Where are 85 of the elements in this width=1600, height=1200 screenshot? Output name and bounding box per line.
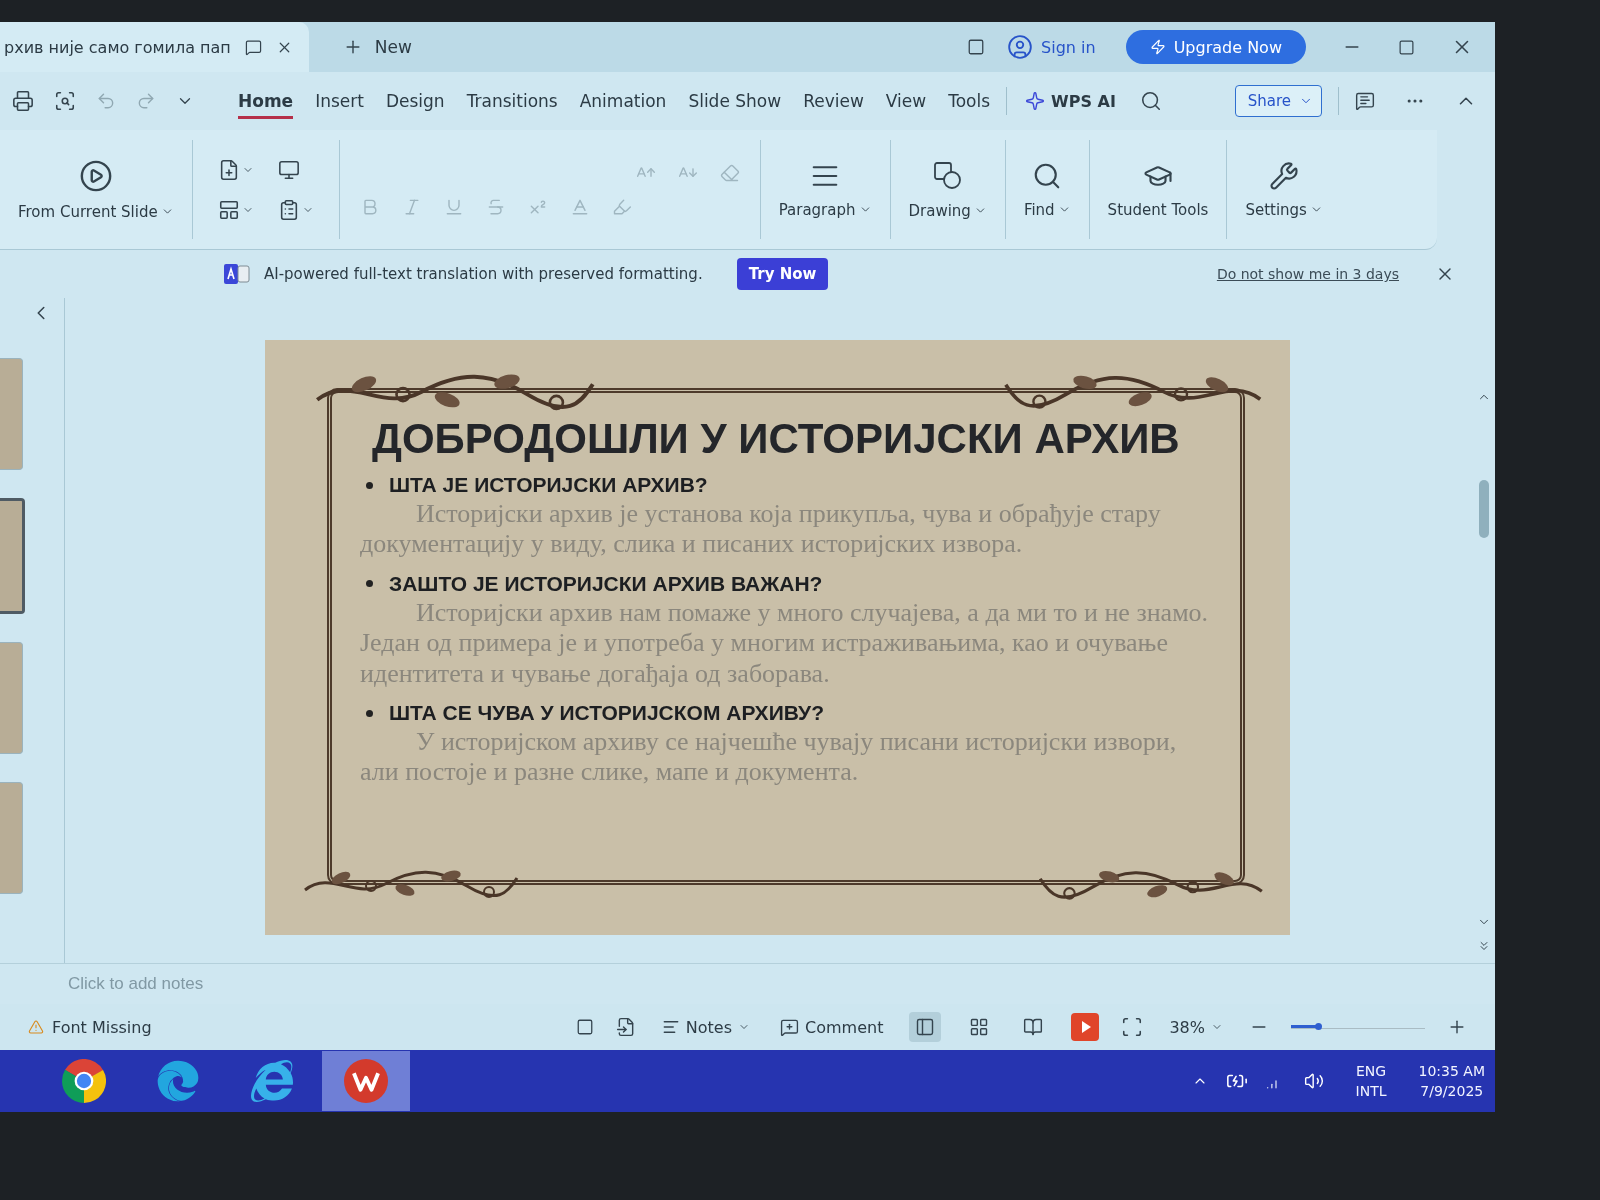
lines-icon xyxy=(661,1018,680,1036)
shapes-icon xyxy=(931,159,964,192)
lightning-icon xyxy=(1149,39,1166,55)
ribbon-tool-button[interactable]: Drawing xyxy=(890,136,1005,243)
keyboard-layout[interactable]: INTL xyxy=(1355,1083,1387,1099)
square-icon[interactable] xyxy=(575,1018,594,1036)
font-missing-button[interactable]: Font Missing xyxy=(26,1015,154,1039)
print-preview-icon[interactable] xyxy=(54,90,76,112)
notes-button[interactable]: Notes xyxy=(657,1014,755,1040)
section-text: У историјском архиву се најчешће чувају писани историјски извори, али постоје и разне слике, мапе и документа. xyxy=(360,727,1178,788)
window-icon[interactable] xyxy=(967,38,986,56)
file-arrow-icon[interactable] xyxy=(615,1017,636,1037)
document-tab[interactable]: рхив није само гомила пап xyxy=(0,22,309,72)
slideshow-play-icon[interactable] xyxy=(1071,1013,1100,1041)
upgrade-button[interactable]: Upgrade Now xyxy=(1125,30,1306,64)
slide-thumbnail[interactable] xyxy=(0,358,23,470)
new-tab-button[interactable]: New xyxy=(336,33,418,61)
layout-icon xyxy=(217,198,240,221)
book-icon xyxy=(1023,1017,1044,1037)
menu-tab[interactable]: Insert xyxy=(315,83,364,119)
scrollbar-thumb[interactable] xyxy=(1479,480,1489,538)
notes-field[interactable]: Click to add notes xyxy=(66,973,1370,995)
bullet-icon xyxy=(366,481,373,489)
view-mode-button[interactable] xyxy=(909,1012,942,1042)
section-text: Историјски архив нам помаже у много случајева, а да ми то и не знамо. Један од примера је и употреба у многим истраживањима, као и очување идентитета и чување догађаја од заборава. xyxy=(360,597,1210,690)
comment-button[interactable]: Comment xyxy=(776,1014,888,1040)
next-slide-icon[interactable] xyxy=(1477,939,1491,953)
slide-thumbnail[interactable] xyxy=(0,498,25,614)
grid-view-icon xyxy=(969,1017,990,1037)
printer-icon[interactable] xyxy=(12,90,34,112)
menu-tab[interactable]: Home xyxy=(238,83,294,119)
monitor-icon xyxy=(277,158,300,181)
menu-tab[interactable]: Transitions xyxy=(466,83,558,119)
from-current-slide-button[interactable]: From Current Slide xyxy=(0,136,192,243)
document-title: рхив није само гомила пап xyxy=(4,37,231,57)
clock-time[interactable]: 10:35 AM xyxy=(1418,1063,1485,1079)
menu-tab[interactable]: Tools xyxy=(948,83,991,119)
try-now-button[interactable]: Try Now xyxy=(736,258,829,290)
menu-tab[interactable]: Animation xyxy=(579,83,667,119)
sparkle-icon xyxy=(1025,91,1046,111)
menu-tab[interactable]: Review xyxy=(803,83,864,119)
banner-message: AI-powered full-text translation with preserved formatting. xyxy=(264,265,703,283)
slide-title: ДОБРОДОШЛИ У ИСТОРИЈСКИ АРХИВ xyxy=(372,415,1181,463)
section-text: Историјски архив је установа која прикупља, чува и обрађује стару документацију у виду, слика и писаних историјских извора. xyxy=(360,499,1162,560)
ribbon-tool-button[interactable]: Find xyxy=(1005,136,1089,243)
ribbon-tool-button[interactable]: Student Tools xyxy=(1089,136,1227,243)
slide-thumbnail[interactable] xyxy=(0,642,23,754)
maximize-icon[interactable] xyxy=(1398,38,1415,56)
chat-bubble-icon[interactable] xyxy=(244,38,262,56)
menu-tab[interactable]: View xyxy=(885,83,927,119)
comment-plus-icon xyxy=(780,1017,800,1037)
sign-in-button[interactable]: Sign in xyxy=(1003,32,1100,62)
play-circle-icon xyxy=(78,158,113,193)
translate-icon xyxy=(224,264,250,284)
slide-thumbnail[interactable] xyxy=(0,782,23,894)
zoom-slider[interactable] xyxy=(1291,1025,1425,1029)
user-avatar-icon xyxy=(1007,34,1034,60)
warning-icon xyxy=(28,1019,44,1035)
bullet-icon xyxy=(366,709,373,717)
section-heading: ШТА ЈЕ ИСТОРИЈСКИ АРХИВ? xyxy=(389,473,708,497)
taskbar-app-button[interactable] xyxy=(322,1051,410,1111)
volume-icon[interactable] xyxy=(1303,1071,1324,1091)
wrench-icon xyxy=(1269,160,1300,191)
e-browser-icon xyxy=(251,1060,293,1102)
comment-icon[interactable] xyxy=(1355,91,1375,111)
ai-button[interactable]: WPS AI xyxy=(1023,87,1118,115)
share-button[interactable]: Share xyxy=(1234,85,1322,117)
menu-tab[interactable]: Design xyxy=(385,83,445,119)
zoom-slider-thumb[interactable] xyxy=(1314,1023,1322,1030)
browser-icon xyxy=(62,1059,106,1103)
bullet-icon xyxy=(366,580,373,588)
ribbon-tool-button[interactable]: Paragraph xyxy=(760,136,890,243)
language-indicator[interactable]: ENG xyxy=(1356,1063,1387,1079)
section-heading: ШТА СЕ ЧУВА У ИСТОРИЈСКОМ АРХИВУ? xyxy=(389,701,824,726)
section-heading: ЗАШТО ЈЕ ИСТОРИЈСКИ АРХИВ ВАЖАН? xyxy=(389,571,823,596)
zoom-level-button[interactable]: 38% xyxy=(1165,1014,1227,1040)
fit-frame-icon[interactable] xyxy=(1121,1016,1144,1038)
dismiss-link[interactable]: Do not show me in 3 days xyxy=(1216,266,1399,282)
normal-view-icon xyxy=(915,1017,936,1037)
ribbon-tool-button[interactable]: Settings xyxy=(1227,136,1341,243)
menu-tab[interactable]: Slide Show xyxy=(688,83,782,119)
clock-date[interactable]: 7/9/2025 xyxy=(1420,1083,1484,1099)
office-app-icon xyxy=(344,1059,388,1103)
wave-browser-icon xyxy=(157,1060,199,1102)
search-icon[interactable] xyxy=(1139,90,1162,112)
